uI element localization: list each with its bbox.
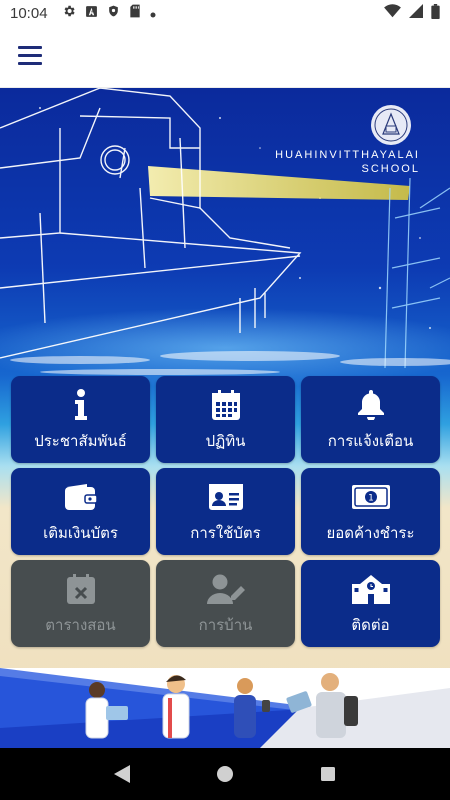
info-icon bbox=[74, 387, 88, 423]
recents-icon[interactable] bbox=[308, 754, 348, 794]
students-illustration bbox=[0, 668, 450, 748]
menu-item-label: การแจ้งเตือน bbox=[327, 431, 414, 450]
svg-text:1: 1 bbox=[368, 493, 374, 503]
hamburger-menu-icon[interactable] bbox=[18, 46, 42, 66]
signal-icon bbox=[409, 4, 423, 22]
status-bar: 10:04 bbox=[0, 0, 450, 26]
system-nav-bar bbox=[0, 748, 450, 800]
menu-item-card-usage[interactable]: การใช้บัตร bbox=[156, 468, 295, 555]
battery-icon bbox=[431, 3, 440, 23]
dot-icon bbox=[150, 4, 156, 22]
id-card-icon bbox=[208, 479, 243, 515]
school-building-icon bbox=[351, 571, 390, 607]
calendar-icon bbox=[211, 387, 240, 423]
menu-item-notifications[interactable]: การแจ้งเตือน bbox=[301, 376, 440, 463]
menu-item-label: ตารางสอน bbox=[45, 615, 116, 634]
menu-item-label: ปฏิทิน bbox=[205, 431, 246, 450]
school-name-line2: SCHOOL bbox=[361, 163, 420, 175]
school-logo bbox=[371, 105, 411, 145]
app-bar bbox=[0, 26, 450, 88]
menu-item-label: ยอดค้างชำระ bbox=[326, 523, 415, 542]
a-icon bbox=[85, 4, 98, 22]
gear-icon bbox=[62, 4, 76, 22]
back-icon[interactable] bbox=[102, 754, 142, 794]
shield-icon bbox=[107, 4, 120, 22]
menu-item-outstanding-balance[interactable]: 1 ยอดค้างชำระ bbox=[301, 468, 440, 555]
school-name: HUAHINVITTHAYALAI SCHOOL bbox=[275, 148, 420, 176]
menu-item-label: ประชาสัมพันธ์ bbox=[34, 431, 127, 450]
menu-item-label: การบ้าน bbox=[198, 615, 253, 634]
wifi-icon bbox=[384, 4, 401, 22]
menu-item-contact[interactable]: ติดต่อ bbox=[301, 560, 440, 647]
bell-icon bbox=[357, 387, 385, 423]
menu-grid: ประชาสัมพันธ์ ปฏิทิน การแจ้งเตือน เติมเง… bbox=[11, 376, 440, 647]
menu-item-homework[interactable]: การบ้าน bbox=[156, 560, 295, 647]
menu-item-label: ติดต่อ bbox=[351, 615, 390, 634]
home-icon[interactable] bbox=[205, 754, 245, 794]
menu-item-calendar[interactable]: ปฏิทิน bbox=[156, 376, 295, 463]
menu-item-announcements[interactable]: ประชาสัมพันธ์ bbox=[11, 376, 150, 463]
menu-item-label: เติมเงินบัตร bbox=[43, 523, 118, 542]
sd-card-icon bbox=[129, 4, 141, 22]
school-name-line1: HUAHINVITTHAYALAI bbox=[275, 149, 420, 161]
user-edit-icon bbox=[206, 571, 245, 607]
menu-item-label: การใช้บัตร bbox=[190, 523, 261, 542]
money-bill-icon: 1 bbox=[351, 479, 390, 515]
calendar-x-icon bbox=[66, 571, 95, 607]
wallet-icon bbox=[64, 479, 97, 515]
status-time: 10:04 bbox=[10, 4, 48, 22]
menu-item-timetable[interactable]: ตารางสอน bbox=[11, 560, 150, 647]
menu-item-topup-card[interactable]: เติมเงินบัตร bbox=[11, 468, 150, 555]
